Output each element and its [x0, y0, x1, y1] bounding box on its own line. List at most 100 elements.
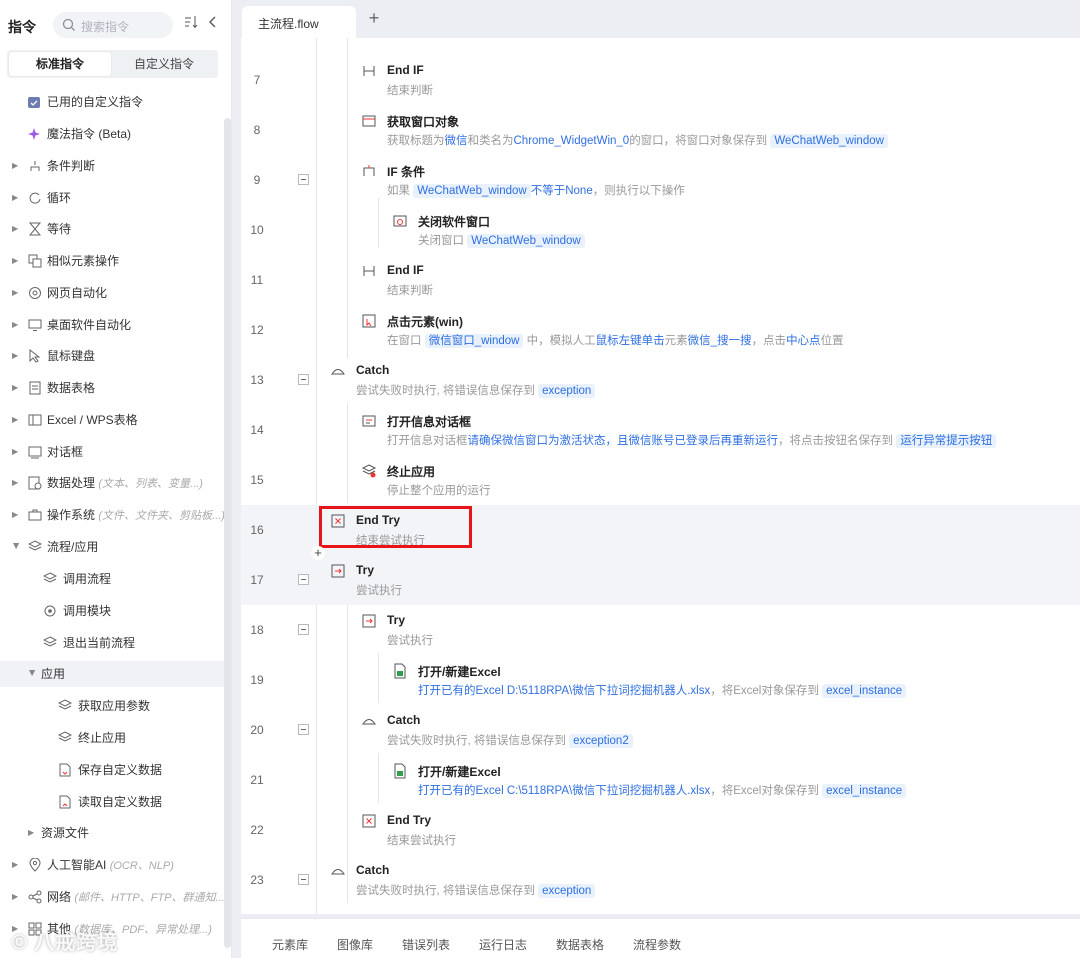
collapse-toggle[interactable] [298, 624, 309, 635]
sidebar-item-web-automation[interactable]: ▶ 网页自动化 [0, 280, 224, 306]
tab-element-library[interactable]: 元素库 [272, 936, 308, 953]
sidebar-item-label: 网络 [47, 890, 72, 904]
sidebar-item-mouse-keyboard[interactable]: ▶ 鼠标键盘 [0, 343, 224, 369]
step-desc: 尝试执行 [387, 635, 433, 647]
line-number: 17 [250, 573, 264, 587]
sidebar-item-resource-files[interactable]: ▶ 资源文件 [0, 820, 224, 846]
step-desc: 尝试失败时执行, 将错误信息保存到 exception [356, 382, 596, 398]
flow-step-open-message-dialog[interactable]: 14 打开信息对话框 打开信息对话框请确保微信窗口为激活状态，且微信账号已登录后… [241, 405, 1080, 455]
variable-tag[interactable]: 运行异常提示按钮 [896, 434, 997, 448]
sidebar-item-label: 操作系统 [47, 508, 96, 522]
search-input[interactable]: 搜索指令 [53, 12, 173, 38]
sidebar-item-call-flow[interactable]: 调用流程 [0, 566, 224, 592]
step-desc: 打开信息对话框请确保微信窗口为激活状态，且微信账号已登录后再重新运行，将点击按钮… [387, 432, 997, 448]
sidebar-item-similar-elements[interactable]: ▶ 相似元素操作 [0, 248, 224, 274]
sidebar-item-exit-flow[interactable]: 退出当前流程 [0, 630, 224, 656]
flow-step-open-excel[interactable]: 19 打开/新建Excel 打开已有的Excel D:\5118RPA\微信下拉… [241, 655, 1080, 705]
variable-tag[interactable]: WeChatWeb_window [467, 234, 585, 248]
location-icon [29, 858, 41, 872]
collapse-toggle[interactable] [298, 174, 309, 185]
tab-run-log[interactable]: 运行日志 [479, 936, 527, 953]
flow-step-catch[interactable]: 20 Catch 尝试失败时执行, 将错误信息保存到 exception2 [241, 705, 1080, 755]
collapse-toggle[interactable] [298, 574, 309, 585]
step-desc: 在窗口 微信窗口_window 中，模拟人工鼠标左键单击元素微信_搜一搜，点击中… [387, 332, 844, 348]
tab-image-library[interactable]: 图像库 [337, 936, 373, 953]
step-desc: 打开已有的Excel C:\5118RPA\微信下拉词挖掘机器人.xlsx，将E… [418, 782, 907, 798]
sidebar-item-app[interactable]: ▶ 应用 [0, 661, 224, 687]
sidebar-item-loop[interactable]: ▶ 循环 [0, 185, 224, 211]
flow-step-catch[interactable]: 23 Catch 尝试失败时执行, 将错误信息保存到 exception [241, 855, 1080, 905]
tab-main-flow[interactable]: 主流程.flow [242, 6, 356, 38]
file-read-icon [59, 795, 71, 809]
sidebar-item-label: 网页自动化 [47, 286, 108, 300]
variable-tag[interactable]: exception [538, 384, 596, 398]
sidebar-item-used-custom[interactable]: 已用的自定义指令 [0, 89, 224, 115]
sidebar-item-magic[interactable]: 魔法指令 (Beta) [0, 121, 224, 147]
flow-step-stop-app[interactable]: 15 终止应用 停止整个应用的运行 [241, 455, 1080, 505]
tab-custom-commands[interactable]: 自定义指令 [113, 52, 215, 76]
variable-tag[interactable]: excel_instance [822, 784, 907, 798]
flow-step-click-element[interactable]: 12 点击元素(win) 在窗口 微信窗口_window 中，模拟人工鼠标左键单… [241, 305, 1080, 355]
variable-tag[interactable]: exception2 [569, 734, 633, 748]
sidebar-item-get-app-params[interactable]: 获取应用参数 [0, 693, 224, 719]
flow-step-try[interactable]: 17 Try 尝试执行 [241, 555, 1080, 605]
flow-step-if[interactable]: 9 IF 条件 如果 WeChatWeb_window 不等于None，则执行以下… [241, 155, 1080, 205]
collapse-toggle[interactable] [298, 724, 309, 735]
variable-tag[interactable]: exception [538, 884, 596, 898]
layers-icon [43, 636, 57, 647]
collapse-toggle[interactable] [298, 874, 309, 885]
desc-param: 微信 [444, 135, 468, 147]
sidebar-item-desktop-automation[interactable]: ▶ 桌面软件自动化 [0, 312, 224, 338]
tab-error-list[interactable]: 错误列表 [402, 936, 450, 953]
variable-tag[interactable]: WeChatWeb_window [413, 184, 531, 198]
step-desc: 停止整个应用的运行 [387, 485, 491, 497]
sidebar-item-data-processing[interactable]: ▶ 数据处理 (文本、列表、变量...) [0, 470, 224, 496]
flow-step-open-excel[interactable]: 21 打开/新建Excel 打开已有的Excel C:\5118RPA\微信下拉… [241, 755, 1080, 805]
sidebar-item-condition[interactable]: ▶ 条件判断 [0, 153, 224, 179]
step-title: Catch [387, 713, 421, 727]
tab-data-table[interactable]: 数据表格 [556, 936, 604, 953]
collapse-arrow-icon: ▶ [12, 543, 21, 550]
sidebar-item-wait[interactable]: ▶ 等待 [0, 216, 224, 242]
sidebar-item-os[interactable]: ▶ 操作系统 (文件、文件夹、剪贴板...) [0, 502, 225, 528]
sidebar-item-dialog[interactable]: ▶ 对话框 [0, 439, 224, 465]
tab-flow-params[interactable]: 流程参数 [633, 936, 681, 953]
desc-text: 位置 [820, 335, 844, 347]
flow-step-end-if[interactable]: 7 End IF 结束判断 [241, 55, 1080, 105]
tab-standard-commands[interactable]: 标准指令 [9, 52, 111, 76]
sidebar-item-flow-app[interactable]: ▶ 流程/应用 [0, 534, 224, 560]
sidebar-scrollbar[interactable] [224, 118, 231, 948]
sidebar-item-save-custom-data[interactable]: 保存自定义数据 [0, 757, 224, 783]
try-icon [362, 614, 376, 628]
desc-param: 中心点 [786, 335, 821, 347]
add-tab-button[interactable]: + [364, 8, 384, 29]
sidebar-item-call-module[interactable]: 调用模块 [0, 598, 224, 624]
variable-tag[interactable]: excel_instance [822, 684, 907, 698]
flow-step-get-window[interactable]: 8 获取窗口对象 获取标题为微信和类名为Chrome_WidgetWin_0的窗… [241, 105, 1080, 155]
collapse-toggle[interactable] [298, 374, 309, 385]
browser-icon [29, 287, 41, 299]
sort-icon[interactable] [183, 14, 201, 34]
desc-text: 打开信息对话框 [387, 435, 468, 447]
flow-step-close-window[interactable]: 10 关闭软件窗口 关闭窗口 WeChatWeb_window [241, 205, 1080, 255]
sidebar-item-ai[interactable]: ▶ 人工智能AI (OCR、NLP) [0, 852, 224, 878]
sidebar-item-data-table[interactable]: ▶ 数据表格 [0, 375, 224, 401]
file-save-icon [59, 763, 71, 777]
sidebar-item-stop-app[interactable]: 终止应用 [0, 725, 224, 751]
sidebar-item-label: 调用流程 [63, 572, 112, 586]
flow-step-try[interactable]: 18 Try 尝试执行 [241, 605, 1080, 655]
layers-icon [361, 464, 377, 478]
sidebar-item-excel[interactable]: ▶ Excel / WPS表格 [0, 407, 224, 433]
variable-tag[interactable]: WeChatWeb_window [770, 134, 888, 148]
layers-icon [58, 731, 72, 742]
variable-tag[interactable]: 微信窗口_window [424, 334, 524, 348]
sidebar-item-read-custom-data[interactable]: 读取自定义数据 [0, 789, 224, 815]
flow-step-end-if[interactable]: 11 End IF 结束判断 [241, 255, 1080, 305]
flow-step-end-try[interactable]: 22 End Try 结束尝试执行 [241, 805, 1080, 855]
flow-step-catch[interactable]: 13 Catch 尝试失败时执行, 将错误信息保存到 exception [241, 355, 1080, 405]
insert-step-plus-icon[interactable]: + [311, 546, 325, 560]
sidebar-item-network[interactable]: ▶ 网络 (邮件、HTTP、FTP、群通知...) [0, 884, 228, 910]
table-icon [29, 381, 41, 395]
collapse-sidebar-icon[interactable] [206, 14, 222, 34]
module-icon [44, 605, 56, 617]
